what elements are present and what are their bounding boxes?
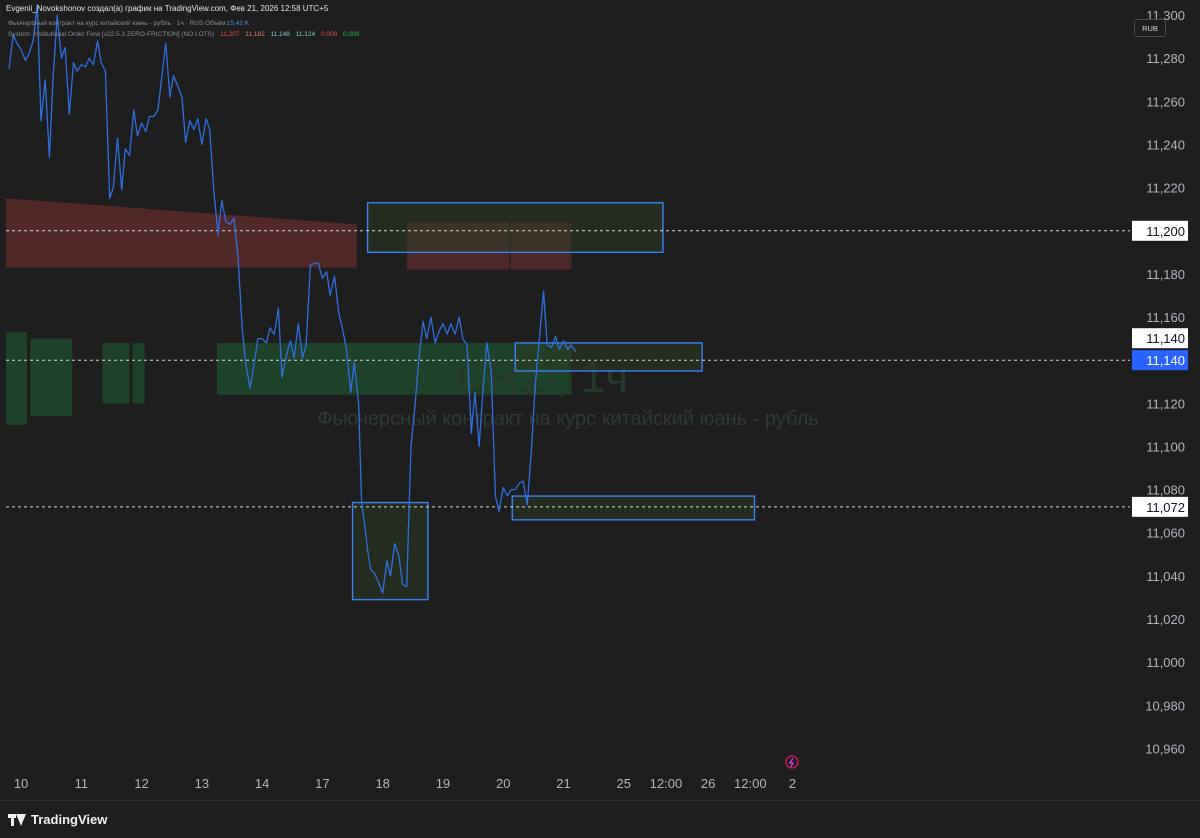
support-zone xyxy=(102,342,130,404)
level-price-label: 11,140 xyxy=(1146,331,1185,346)
x-tick-label: 25 xyxy=(617,776,631,791)
y-tick-label: 11,080 xyxy=(1146,483,1185,498)
price-chart[interactable]: CR1!, 1ч Фьючерсный контракт на курс кит… xyxy=(0,0,1200,800)
y-tick-label: 11,220 xyxy=(1146,181,1185,196)
y-tick-label: 11,020 xyxy=(1146,612,1185,627)
x-tick-label: 2 xyxy=(789,776,796,791)
x-tick-label: 18 xyxy=(375,776,389,791)
x-tick-label: 12:00 xyxy=(650,776,683,791)
y-tick-label: 11,240 xyxy=(1146,138,1185,153)
indicator-value: 11,148 xyxy=(270,31,290,38)
indicator-value: 11,207 xyxy=(220,31,240,38)
support-zone xyxy=(30,338,73,417)
x-tick-label: 11 xyxy=(75,776,89,791)
chart-snapshot-title: Evgenii_Novokshonov создал(а) график на … xyxy=(6,4,329,13)
symbol-legend-text: Фьючерсный контракт на курс китайский юа… xyxy=(8,20,226,27)
x-tick-label: 12 xyxy=(134,776,148,791)
symbol-legend: Фьючерсный контракт на курс китайский юа… xyxy=(8,20,253,27)
y-tick-label: 10,960 xyxy=(1145,741,1185,756)
tradingview-logo-icon xyxy=(8,813,26,826)
price-series xyxy=(8,3,577,594)
price-line xyxy=(8,3,577,594)
price-axis[interactable]: 11,30011,28011,26011,24011,22011,20011,1… xyxy=(1130,0,1200,800)
brand-name: TradingView xyxy=(31,812,108,827)
highlight-box xyxy=(514,342,703,372)
indicator-value: 0,000 xyxy=(320,31,338,38)
support-zone xyxy=(132,342,145,404)
y-tick-label: 11,040 xyxy=(1146,569,1185,584)
resistance-zone xyxy=(6,198,357,268)
y-tick-label: 11,180 xyxy=(1146,267,1185,282)
volume-value: 15,42 K xyxy=(226,20,250,27)
y-tick-label: 11,160 xyxy=(1146,310,1185,325)
highlight-box xyxy=(366,202,664,254)
x-tick-label: 19 xyxy=(436,776,450,791)
highlight-box xyxy=(511,495,756,521)
x-tick-label: 10 xyxy=(14,776,28,791)
indicator-name: System: Institutional Order Flow [v22.5.… xyxy=(8,31,215,38)
y-tick-label: 11,100 xyxy=(1146,439,1185,454)
y-tick-label: 11,120 xyxy=(1146,396,1185,411)
x-tick-label: 26 xyxy=(701,776,715,791)
indicator-legend: System: Institutional Order Flow [v22.5.… xyxy=(8,31,363,38)
y-tick-label: 11,000 xyxy=(1146,655,1185,670)
x-tick-label: 20 xyxy=(496,776,510,791)
currency-scale-button[interactable]: RUB xyxy=(1134,19,1166,37)
y-tick-label: 11,060 xyxy=(1146,526,1185,541)
x-tick-label: 21 xyxy=(556,776,570,791)
x-tick-label: 17 xyxy=(315,776,329,791)
y-tick-label: 10,980 xyxy=(1145,698,1185,713)
level-price-label: 11,200 xyxy=(1146,224,1185,239)
y-tick-label: 11,260 xyxy=(1146,94,1185,109)
current-price-label: 11,140 xyxy=(1146,353,1185,368)
indicator-value: 11,124 xyxy=(295,31,316,38)
time-axis[interactable]: 10 11 12 13 14 17 18 19 20 21 25 12:00 26 12:00 2 xyxy=(14,776,796,791)
lightning-bolt-icon xyxy=(788,757,794,768)
support-zone xyxy=(6,332,28,425)
x-tick-label: 14 xyxy=(255,776,269,791)
x-tick-label: 12:00 xyxy=(734,776,767,791)
watermark-description: Фьючерсный контракт на курс китайский юа… xyxy=(317,408,818,430)
y-tick-label: 11,280 xyxy=(1146,51,1185,66)
tradingview-brand[interactable]: TradingView xyxy=(8,812,107,827)
level-price-label: 11,072 xyxy=(1146,500,1185,515)
indicator-value: 0,000 xyxy=(343,31,360,38)
indicator-value: 11,182 xyxy=(245,31,265,38)
footer-bar: TradingView xyxy=(0,800,1200,838)
chart-misc xyxy=(785,755,799,769)
x-tick-label: 13 xyxy=(195,776,209,791)
